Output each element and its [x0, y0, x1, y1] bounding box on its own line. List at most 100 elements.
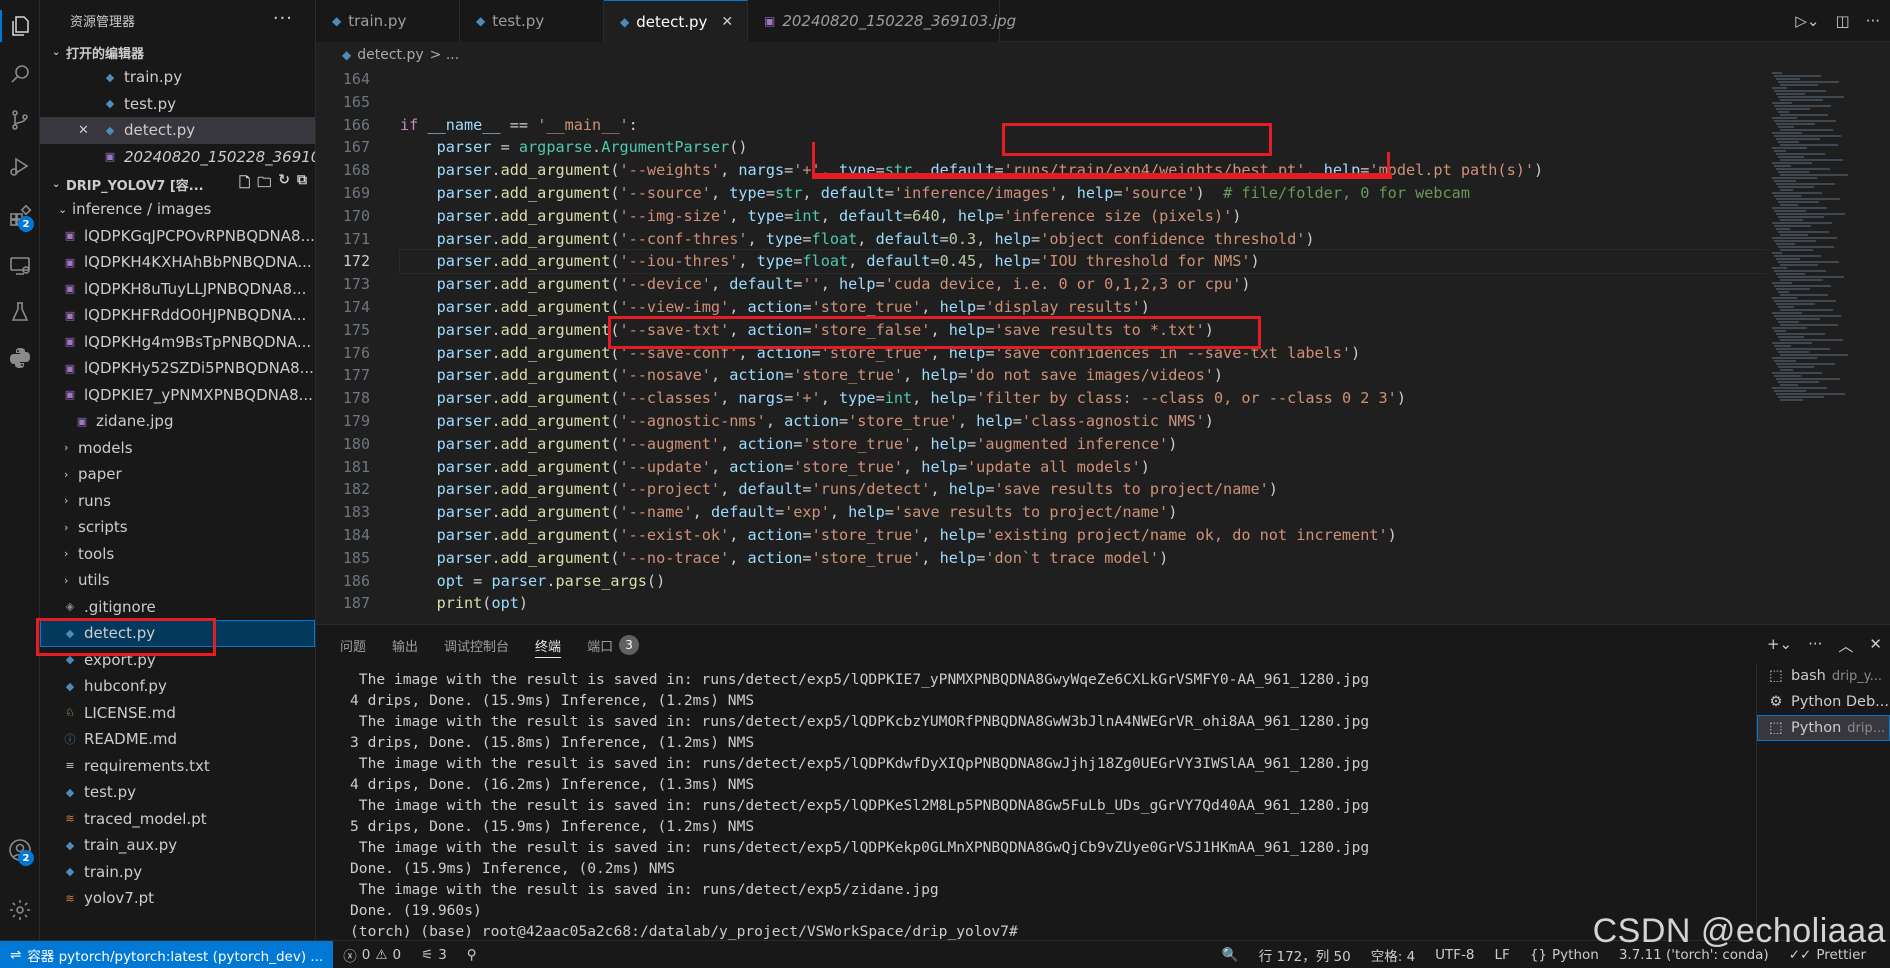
file-item[interactable]: ▣ lQDPKGqJPCPOvRPNBQDNA8...: [40, 223, 315, 250]
extensions-icon[interactable]: 2: [0, 194, 40, 238]
minimap-line: [1774, 90, 1826, 92]
close-icon[interactable]: ✕: [721, 14, 733, 30]
minimap-line: [1772, 342, 1812, 344]
minimap-line: [1774, 330, 1786, 332]
file-item[interactable]: ≋ traced_model.pt: [40, 806, 315, 833]
open-editor-item[interactable]: ◆ test.py: [40, 91, 315, 118]
accounts-icon[interactable]: 2: [0, 828, 40, 872]
breadcrumb-file[interactable]: detect.py: [357, 47, 423, 63]
file-item[interactable]: ▣ lQDPKHFRddO0HJPNBQDNA...: [40, 302, 315, 329]
tab-image[interactable]: ▣ 20240820_150228_369103.jpg: [748, 0, 1016, 42]
new-terminal-icon[interactable]: +⌄: [1767, 635, 1792, 656]
license-icon: ♘: [65, 706, 75, 720]
minimap-line: [1772, 132, 1802, 134]
file-label: lQDPKHy52SZDi5PNBQDNA8...: [84, 359, 314, 378]
line-number: 172: [342, 252, 370, 271]
file-item[interactable]: ▣ lQDPKH4KXHAhBbPNBQDNA...: [40, 249, 315, 276]
new-file-icon[interactable]: 🗋: [239, 172, 250, 196]
more-actions-icon[interactable]: ···: [1866, 12, 1880, 30]
tab-debug-console[interactable]: 调试控制台: [444, 625, 509, 665]
open-editor-item[interactable]: ◆ train.py: [40, 64, 315, 91]
debug-status[interactable]: ⚲: [457, 947, 487, 963]
tab-detect-py[interactable]: ◆ detect.py ✕: [604, 0, 748, 42]
tab-ports[interactable]: 端口 3: [587, 625, 640, 665]
code-editor[interactable]: 164 165 166 167 168 169 170 171 172 173 174 175 176 1…: [316, 68, 1766, 624]
minimap-line: [1772, 102, 1792, 104]
terminal-item[interactable]: ⬚ bash drip_y...: [1757, 663, 1890, 689]
new-folder-icon[interactable]: 🗀: [257, 172, 271, 196]
file-item[interactable]: ▣ lQDPKIE7_yPNMXPNBQDNA8...: [40, 382, 315, 409]
indentation[interactable]: 空格: 4: [1361, 945, 1425, 965]
file-item[interactable]: ◆ train.py: [40, 859, 315, 886]
explorer-icon[interactable]: [0, 4, 40, 48]
tab-output[interactable]: 输出: [392, 625, 418, 665]
minimap-line: [1774, 165, 1791, 167]
encoding[interactable]: UTF-8: [1425, 947, 1484, 963]
file-item[interactable]: ≡ requirements.txt: [40, 753, 315, 780]
run-icon[interactable]: ▷⌄: [1795, 12, 1819, 30]
accounts-badge: 2: [18, 850, 34, 866]
open-editors-section[interactable]: ⌄ 打开的编辑器: [40, 40, 315, 64]
more-actions-icon[interactable]: ···: [273, 8, 293, 29]
python-icon[interactable]: [0, 336, 40, 380]
file-item[interactable]: ◈ .gitignore: [40, 594, 315, 621]
file-item[interactable]: ◆ hubconf.py: [40, 673, 315, 700]
tab-problems[interactable]: 问题: [340, 625, 366, 665]
file-item[interactable]: ♘ LICENSE.md: [40, 700, 315, 727]
close-panel-icon[interactable]: ✕: [1869, 635, 1882, 656]
minimap-line: [1772, 237, 1837, 239]
folder-item[interactable]: › paper: [40, 461, 315, 488]
source-control-icon[interactable]: [0, 98, 40, 142]
editor-actions: ▷⌄ ◫ ···: [1795, 12, 1880, 30]
folder-inference-images[interactable]: ⌄ inference / images: [40, 196, 315, 223]
minimap[interactable]: [1766, 68, 1890, 624]
file-item[interactable]: ≋ yolov7.pt: [40, 885, 315, 912]
close-editor-icon[interactable]: ✕: [78, 123, 89, 138]
file-item[interactable]: ▣ lQDPKHy52SZDi5PNBQDNA8...: [40, 355, 315, 382]
breadcrumb-rest[interactable]: > ...: [430, 47, 460, 63]
tab-test-py[interactable]: ◆ test.py: [460, 0, 604, 42]
file-item[interactable]: ▣ lQDPKHg4m9BsTpPNBQDNA...: [40, 329, 315, 356]
terminal-output[interactable]: The image with the result is saved in: r…: [316, 669, 1756, 941]
file-item[interactable]: ▣ zidane.jpg: [40, 408, 315, 435]
minimap-line: [1774, 225, 1811, 227]
minimap-line: [1776, 288, 1810, 290]
collapse-all-icon[interactable]: ⧉: [297, 172, 307, 196]
manage-gear-icon[interactable]: [0, 888, 40, 932]
project-section[interactable]: ⌄ DRIP_YOLOV7 [容... 🗋 🗀 ↻ ⧉: [40, 172, 315, 196]
terminal-item-active[interactable]: ⬚ Python drip...: [1757, 715, 1890, 741]
testing-icon[interactable]: [0, 290, 40, 334]
tab-train-py[interactable]: ◆ train.py: [316, 0, 460, 42]
search-icon[interactable]: [0, 52, 40, 96]
file-item[interactable]: ◆ test.py: [40, 779, 315, 806]
split-editor-icon[interactable]: ◫: [1836, 12, 1850, 30]
folder-label: tools: [78, 544, 115, 563]
folder-item[interactable]: › scripts: [40, 514, 315, 541]
folder-item[interactable]: › tools: [40, 541, 315, 568]
open-editor-item-active[interactable]: ✕ ◆ detect.py: [40, 117, 315, 144]
folder-label: runs: [78, 491, 111, 510]
refresh-icon[interactable]: ↻: [278, 172, 290, 196]
eol[interactable]: LF: [1485, 947, 1520, 963]
minimap-line: [1780, 144, 1838, 146]
file-label: zidane.jpg: [96, 412, 174, 431]
ports-status[interactable]: ⚟ 3: [411, 947, 457, 963]
file-item[interactable]: ▣ lQDPKH8uTuyLLJPNBQDNA8...: [40, 276, 315, 303]
run-debug-icon[interactable]: [0, 144, 40, 188]
cursor-position[interactable]: 行 172，列 50: [1249, 945, 1361, 965]
problems-status[interactable]: ⓧ 0 ⚠ 0: [333, 945, 411, 965]
terminal-item[interactable]: ⚙ Python Deb...: [1757, 689, 1890, 715]
remote-indicator[interactable]: ⇌ 容器 pytorch/pytorch:latest (pytorch_dev)…: [0, 940, 334, 968]
open-editor-item[interactable]: ▣ 20240820_150228_369103...: [40, 144, 315, 171]
zoom-icon[interactable]: 🔍: [1212, 947, 1249, 963]
folder-item[interactable]: › utils: [40, 567, 315, 594]
minimap-line: [1778, 381, 1819, 383]
folder-item[interactable]: › runs: [40, 488, 315, 515]
tab-terminal[interactable]: 终端: [535, 625, 562, 665]
remote-explorer-icon[interactable]: [0, 244, 40, 288]
maximize-panel-icon[interactable]: ︿: [1838, 635, 1853, 656]
more-actions-icon[interactable]: ···: [1808, 635, 1822, 656]
file-item[interactable]: ◆ train_aux.py: [40, 832, 315, 859]
folder-item[interactable]: › models: [40, 435, 315, 462]
file-item[interactable]: ⓘ README.md: [40, 726, 315, 753]
